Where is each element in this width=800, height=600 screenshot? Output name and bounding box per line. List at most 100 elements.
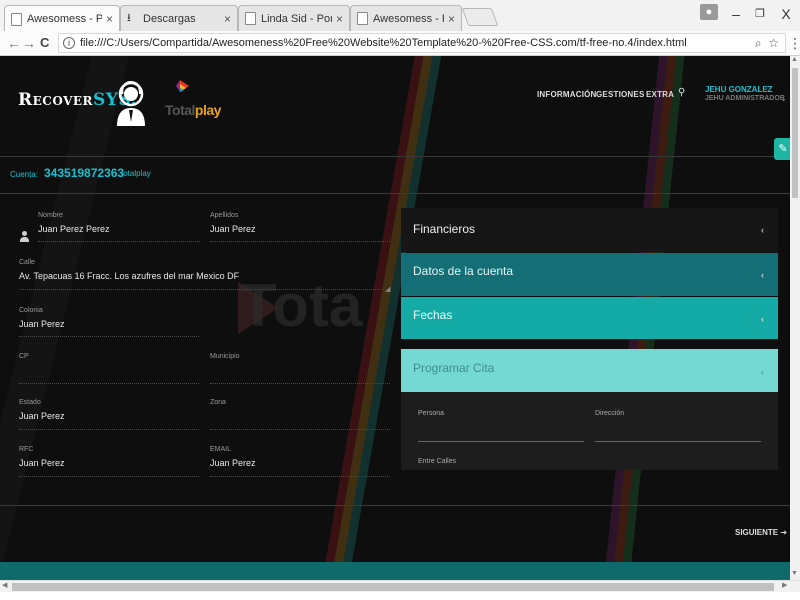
estado-field[interactable]: Estado Juan Perez	[19, 399, 199, 430]
apellidos-field[interactable]: Apellidos Juan Perez	[210, 212, 390, 242]
field-value: Juan Perez Perez	[38, 224, 110, 234]
scroll-left-icon[interactable]: ◀	[2, 581, 7, 589]
scrollbar-thumb[interactable]	[12, 583, 774, 591]
account-label: Cuenta:	[10, 170, 39, 179]
tab-label: Awesomess - Portfolio B	[27, 13, 102, 25]
forward-icon[interactable]: →	[22, 34, 36, 52]
programar-cita-panel: Persona Dirección Entre Calles	[401, 392, 778, 470]
page-icon	[11, 12, 22, 26]
tab-label: Linda Sid - Portafolio	[261, 12, 332, 25]
minimize-button[interactable]: –	[728, 4, 744, 24]
reload-icon[interactable]: C	[40, 34, 49, 52]
cp-field[interactable]: CP	[19, 353, 199, 384]
tab-label: Descargas	[143, 12, 196, 25]
nombre-field[interactable]: Nombre Juan Perez Perez	[38, 212, 200, 242]
divider	[0, 193, 790, 194]
chevron-down-icon[interactable]: ⌄	[780, 94, 787, 103]
field-label: Colonia	[19, 307, 43, 314]
window-bottom	[0, 592, 800, 600]
address-bar[interactable]: i file:///C:/Users/Compartida/Awesomenes…	[58, 33, 786, 53]
field-value: Juan Perez	[210, 224, 256, 234]
direccion-field[interactable]: Dirección	[595, 410, 761, 442]
maximize-button[interactable]: ❐	[752, 4, 768, 24]
accordion-datos-cuenta[interactable]: Datos de la cuenta ‹	[401, 253, 778, 296]
field-value: Av. Tepacuas 16 Fracc. Los azufres del m…	[19, 271, 240, 281]
browser-tab[interactable]: Linda Sid - Portafolio ×	[238, 5, 350, 31]
nav-informacion[interactable]: INFORMACIÓN	[537, 90, 597, 99]
calle-field[interactable]: Calle Av. Tepacuas 16 Fracc. Los azufres…	[19, 259, 390, 290]
back-icon[interactable]: ←	[7, 34, 21, 52]
chevron-left-icon: ‹	[761, 314, 764, 324]
footer-bar	[0, 562, 790, 580]
field-label: Calle	[19, 259, 35, 266]
municipio-field[interactable]: Municipio	[210, 353, 390, 384]
accordion-title: Programar Cita	[413, 361, 495, 375]
accordion-fechas[interactable]: Fechas ‹	[401, 297, 778, 339]
person-icon	[20, 231, 29, 243]
user-role: JEHU ADMINISTRADOR	[705, 95, 785, 102]
field-label: Dirección	[595, 410, 625, 417]
accordion-financieros[interactable]: Financieros ‹	[401, 208, 778, 252]
page-content: Tota RecoverSYS. Totalplay INFORMACIÓN G…	[0, 56, 790, 580]
page-icon	[357, 12, 368, 25]
field-label: Zona	[210, 399, 226, 406]
nav-gestiones[interactable]: GESTIONES	[596, 90, 644, 99]
scroll-right-icon[interactable]: ▶	[782, 581, 787, 589]
download-icon: ⭳	[127, 12, 131, 24]
totalplay-word-b: play	[194, 102, 222, 118]
resize-handle-icon[interactable]: ◢	[385, 285, 390, 293]
colonia-field[interactable]: Colonia Juan Perez	[19, 307, 199, 337]
scroll-up-icon[interactable]: ▲	[791, 56, 798, 63]
browser-tabstrip: Awesomess - Portfolio B × ⭳ Descargas × …	[0, 0, 800, 32]
browser-tab[interactable]: Awesomess - Portfolio B ×	[350, 5, 462, 31]
profile-icon[interactable]: ●	[700, 4, 718, 20]
scrollbar-thumb[interactable]	[792, 68, 798, 198]
totalplay-word-a: Total	[165, 102, 195, 118]
field-label: Apellidos	[210, 212, 239, 219]
field-value: Juan Perez	[19, 411, 65, 421]
search-icon[interactable]: ⚲	[678, 87, 685, 98]
vertical-scrollbar[interactable]: ▲ ▼	[790, 56, 800, 580]
close-icon[interactable]: ×	[336, 12, 343, 26]
field-value: Juan Perez	[210, 458, 256, 468]
account-number: 343519872363	[44, 166, 125, 180]
accordion-title: Financieros	[413, 222, 476, 236]
close-icon[interactable]: ×	[106, 12, 113, 26]
account-bar: Cuenta: 343519872363 totalplay	[0, 157, 790, 193]
chevron-left-icon: ‹	[761, 270, 764, 280]
horizontal-scrollbar[interactable]: ◀ ▶	[0, 580, 800, 592]
browser-tab[interactable]: ⭳ Descargas ×	[120, 5, 238, 31]
field-value: Juan Perez	[19, 319, 65, 329]
site-navbar: RecoverSYS. Totalplay INFORMACIÓN GESTIO…	[0, 56, 790, 156]
new-tab-button[interactable]	[461, 8, 499, 26]
url-text: file:///C:/Users/Compartida/Awesomeness%…	[80, 37, 687, 49]
close-icon[interactable]: ×	[448, 12, 455, 26]
user-name[interactable]: JEHU GONZALEZ	[705, 85, 773, 94]
close-icon[interactable]: ×	[224, 12, 231, 26]
edit-pencil-button[interactable]: ✎	[774, 138, 790, 160]
support-agent-icon	[117, 80, 145, 126]
browser-toolbar: ← → C i file:///C:/Users/Compartida/Awes…	[0, 31, 800, 56]
accordion-title: Fechas	[413, 308, 453, 322]
next-label: SIGUIENTE	[735, 528, 779, 537]
accordion-programar-cita[interactable]: Programar Cita ‹	[401, 349, 778, 392]
info-icon[interactable]: i	[63, 37, 75, 49]
field-label: RFC	[19, 446, 34, 453]
brand-primary: Recover	[18, 90, 93, 110]
browser-tab[interactable]: Awesomess - Portfolio B ×	[4, 5, 120, 32]
zoom-search-icon[interactable]: ⌕ ☆	[755, 36, 779, 51]
chevron-left-icon: ‹	[761, 367, 764, 377]
entre-calles-label: Entre Calles	[418, 458, 457, 465]
rfc-field[interactable]: RFC Juan Perez	[19, 446, 199, 477]
persona-field[interactable]: Persona	[418, 410, 584, 442]
email-field[interactable]: EMAIL Juan Perez	[210, 446, 390, 477]
browser-menu-icon[interactable]: ⋮	[788, 35, 800, 52]
field-label: CP	[19, 353, 29, 360]
nav-extra[interactable]: EXTRA	[646, 90, 674, 99]
zona-field[interactable]: Zona	[210, 399, 390, 430]
close-window-button[interactable]: X	[778, 4, 794, 24]
field-label: EMAIL	[210, 446, 232, 453]
next-button[interactable]: SIGUIENTE ➔	[735, 528, 787, 537]
scroll-down-icon[interactable]: ▼	[791, 570, 798, 577]
page-icon	[245, 12, 256, 25]
